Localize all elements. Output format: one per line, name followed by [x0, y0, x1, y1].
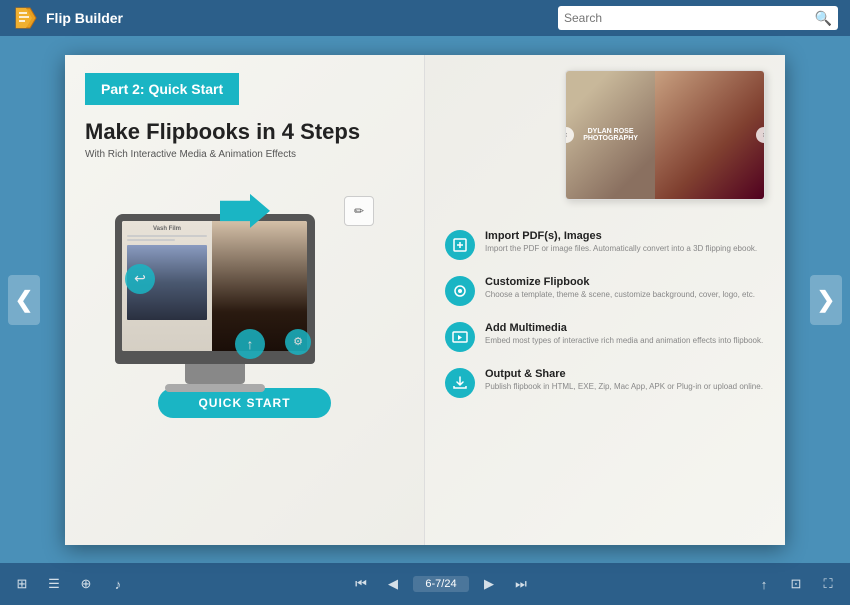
part-tag: Part 2: Quick Start: [85, 73, 239, 105]
zoom-button[interactable]: ⊕: [74, 572, 98, 596]
step-1-icon: [445, 230, 475, 260]
flipbook-preview: ‹ DYLAN ROSEPHOTOGRAPHY ›: [565, 70, 765, 200]
step-1-title: Import PDF(s), Images: [485, 230, 765, 242]
steps-list: Import PDF(s), Images Import the PDF or …: [445, 230, 765, 398]
first-page-button[interactable]: ⏮: [349, 572, 373, 596]
settings-icon[interactable]: ⚙: [285, 329, 311, 355]
grid-view-button[interactable]: ⊞: [10, 572, 34, 596]
step-item-1: Import PDF(s), Images Import the PDF or …: [445, 230, 765, 260]
main-title: Make Flipbooks in 4 Steps: [85, 119, 404, 145]
upload-icon[interactable]: ↑: [235, 329, 265, 359]
monitor-illustration: Vash Film: [115, 204, 315, 392]
quick-start-button[interactable]: QUICK START: [158, 388, 330, 418]
subtitle: With Rich Interactive Media & Animation …: [85, 149, 404, 160]
sound-button[interactable]: ♪: [106, 572, 130, 596]
step-1-desc: Import the PDF or image files. Automatic…: [485, 244, 765, 254]
step-3-title: Add Multimedia: [485, 322, 765, 334]
flip-builder-logo-icon: [12, 4, 40, 32]
step-2-desc: Choose a template, theme & scene, custom…: [485, 290, 765, 300]
step-4-desc: Publish flipbook in HTML, EXE, Zip, Mac …: [485, 382, 765, 392]
step-2-title: Customize Flipbook: [485, 276, 765, 288]
step-4-icon: [445, 368, 475, 398]
flip-nav-right[interactable]: ›: [756, 127, 765, 143]
app-title: Flip Builder: [46, 10, 123, 26]
step-item-3: Add Multimedia Embed most types of inter…: [445, 322, 765, 352]
page-indicator: 6-7/24: [413, 576, 469, 592]
step-3-desc: Embed most types of interactive rich med…: [485, 336, 765, 346]
share-button[interactable]: ↑: [752, 572, 776, 596]
step-2-icon: [445, 276, 475, 306]
step-item-2: Customize Flipbook Choose a template, th…: [445, 276, 765, 306]
list-view-button[interactable]: ☰: [42, 572, 66, 596]
prev-page-button[interactable]: ◀: [381, 572, 405, 596]
next-page-arrow[interactable]: ❯: [810, 275, 842, 325]
search-box[interactable]: 🔍: [558, 6, 838, 30]
download-button[interactable]: ⊡: [784, 572, 808, 596]
right-page: ‹ DYLAN ROSEPHOTOGRAPHY ›: [425, 55, 785, 545]
book-container: Part 2: Quick Start Make Flipbooks in 4 …: [65, 55, 785, 545]
next-page-button[interactable]: ▶: [477, 572, 501, 596]
left-page: Part 2: Quick Start Make Flipbooks in 4 …: [65, 55, 425, 545]
search-input[interactable]: [564, 11, 811, 25]
import-icon[interactable]: ↩: [125, 264, 155, 294]
last-page-button[interactable]: ⏭: [509, 572, 533, 596]
edit-icon[interactable]: ✏: [344, 196, 374, 226]
prev-page-arrow[interactable]: ❮: [8, 275, 40, 325]
fullscreen-button[interactable]: ⛶: [816, 572, 840, 596]
step-3-icon: [445, 322, 475, 352]
bottom-bar: ⊞ ☰ ⊕ ♪ ⏮ ◀ 6-7/24 ▶ ⏭ ↑ ⊡ ⛶: [0, 563, 850, 605]
main-content: ❮ Part 2: Quick Start Make Flipbooks in …: [0, 36, 850, 563]
step-4-title: Output & Share: [485, 368, 765, 380]
logo-area: Flip Builder: [12, 4, 548, 32]
search-button[interactable]: 🔍: [815, 10, 832, 27]
top-bar: Flip Builder 🔍: [0, 0, 850, 36]
step-item-4: Output & Share Publish flipbook in HTML,…: [445, 368, 765, 398]
